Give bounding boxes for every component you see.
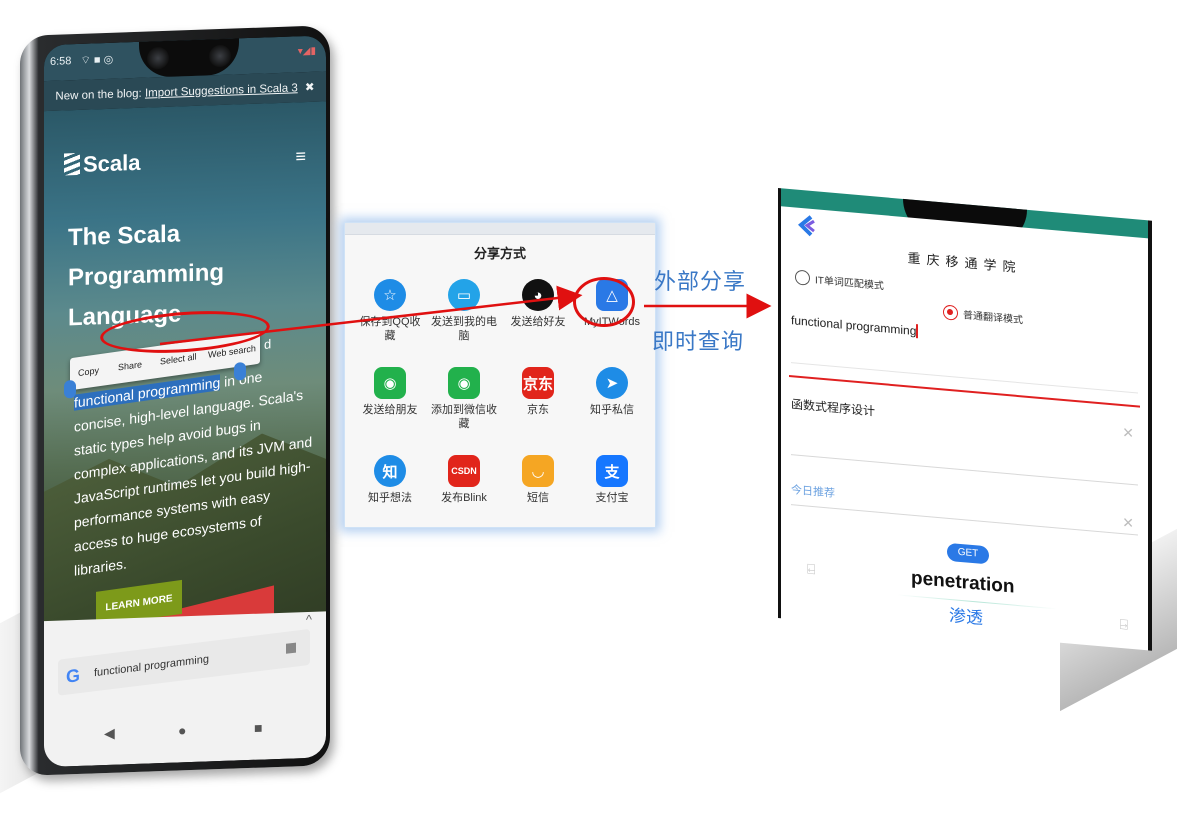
phone1-screen: 6:58 ⌔ ■ ◎ ▾◢▮ New on the blog: Import S… [44,35,326,768]
mode-general-radio[interactable]: 普通翻译模式 [943,304,1023,326]
qq-favorites-icon: ☆ [374,279,406,311]
share-item-label: 添加到微信收藏 [431,404,497,430]
annotation-instant-lookup: 即时查询 [652,329,745,354]
zhihu-icon: 知 [374,455,406,487]
query-input-value: functional programming [791,313,917,339]
daily-label: 今日推荐 [791,484,835,500]
context-share[interactable]: Share [118,359,142,372]
google-search-bar[interactable]: G functional programming [58,628,310,696]
get-button[interactable]: GET [947,542,989,565]
daily-word: penetration [911,567,1015,598]
google-icon: G [66,665,81,687]
translation-result: 函数式程序设计 ✕ [791,395,1138,486]
scala-logo[interactable]: Scala [64,150,141,179]
back-icon[interactable]: ◀ [104,725,115,742]
clear-daily-icon[interactable]: ✕ [1122,514,1134,532]
share-item-label: 京东 [527,404,549,416]
status-time: 6:58 [50,55,72,68]
share-item[interactable]: ◉ 添加到微信收藏 [427,367,501,445]
mode-it-radio[interactable]: IT单词匹配模式 [795,269,884,292]
page-intro-text: functional programming in one concise, h… [74,357,314,583]
battery-signal-icon: ▾◢▮ [297,45,316,58]
share-item[interactable]: 支支付宝 [575,455,649,527]
share-item[interactable]: 京东 京东 [501,367,575,445]
share-sheet-top-strip [345,223,655,235]
status-icons: ⌔ ■ ◎ [80,53,114,67]
system-nav-bar: ◀ ● ■ [44,703,326,767]
share-sheet: 分享方式 ☆ 保存到QQ收藏 ▭ 发送到我的电脑 ◕ 发送给好友 △ MyITWords ◉ 发送… [344,222,656,528]
tabs-icon[interactable] [286,642,296,654]
browser-bottom: ^ G functional programming ◀ ● ■ [44,611,326,768]
share-sheet-title: 分享方式 [473,246,526,261]
share-item[interactable]: 知知乎想法 [353,455,427,527]
jd-icon: 京东 [522,367,554,399]
share-item-label: 发送到我的电脑 [431,316,497,342]
search-query: functional programming [94,653,209,680]
context-trailing-fragment: d [264,336,272,353]
banner-close-icon[interactable]: ✖ [305,82,315,94]
zhihu-message-icon: ➤ [596,367,628,399]
translation-text: 函数式程序设计 [791,397,876,419]
share-item-label: 发送给朋友 [362,404,418,416]
collapse-caret-icon[interactable]: ^ [306,612,312,627]
radio-unchecked-icon [795,269,810,286]
context-select-all[interactable]: Select all [160,352,197,367]
recents-icon[interactable]: ■ [254,720,262,736]
share-item-label: 短信 [527,492,549,504]
daily-word-meaning: 渗透 [949,605,983,628]
radio-checked-icon [943,304,958,321]
selection-end-handle[interactable] [234,362,246,381]
previous-word-icon[interactable]: ⍇ [807,561,815,579]
qq-penguin-icon: ◕ [522,279,554,311]
scala-logo-text: Scala [83,149,141,177]
banner-link[interactable]: Import Suggestions in Scala 3 [145,82,298,99]
share-item-label: 发布Blink [441,492,487,504]
phone1-body: 6:58 ⌔ ■ ◎ ▾◢▮ New on the blog: Import S… [20,25,330,776]
share-item-label: 支付宝 [595,492,629,504]
scala-logo-icon [64,152,80,176]
mode-it-label: IT单词匹配模式 [815,275,884,293]
hamburger-menu-icon[interactable]: ≡ [295,146,306,167]
share-item[interactable]: ▭ 发送到我的电脑 [427,279,501,357]
home-icon[interactable]: ● [178,722,186,738]
share-item[interactable]: ◡ 短信 [501,455,575,527]
wechat-favorites-icon: ◉ [448,367,480,399]
share-item[interactable]: ☆ 保存到QQ收藏 [353,279,427,357]
phone1: 6:58 ⌔ ■ ◎ ▾◢▮ New on the blog: Import S… [20,24,350,786]
share-item[interactable]: ◉ 发送给朋友 [353,367,427,445]
share-item-label: 知乎私信 [590,404,634,416]
share-item-label: 知乎想法 [368,492,412,504]
phone2: 重庆移通学院 IT单词匹配模式 普通翻译模式 functional progra… [778,188,1152,701]
clear-result-icon[interactable]: ✕ [1122,424,1134,442]
front-sensor-icon [209,44,231,68]
scala-website: Scala ≡ The Scala Programming Language C… [44,101,326,646]
annotation-external-share: 外部分享 [654,269,747,294]
share-item[interactable]: ◕ 发送给好友 [501,279,575,357]
next-word-icon[interactable]: ⍈ [1120,616,1128,634]
my-computer-icon: ▭ [448,279,480,311]
daily-recommendation: 今日推荐 ✕ [791,481,1138,536]
banner-prefix: New on the blog: [55,87,145,103]
share-item-label: 保存到QQ收藏 [359,316,421,342]
wechat-icon: ◉ [374,367,406,399]
share-item-label: 发送给好友 [510,316,566,328]
sms-icon: ◡ [522,455,554,487]
share-item[interactable]: ➤ 知乎私信 [575,367,649,445]
myitwords-logo-icon[interactable] [797,214,819,238]
context-copy[interactable]: Copy [78,365,99,378]
phone2-screen: 重庆移通学院 IT单词匹配模式 普通翻译模式 functional progra… [778,188,1152,651]
alipay-icon: 支 [596,455,628,487]
csdn-icon: CSDN [448,455,480,487]
myitwords-highlight-circle [573,277,635,327]
share-item[interactable]: CSDN 发布Blink [427,455,501,527]
mode-general-label: 普通翻译模式 [963,310,1023,327]
composite-illustration: 6:58 ⌔ ■ ◎ ▾◢▮ New on the blog: Import S… [0,0,1177,815]
selection-start-handle[interactable] [64,380,76,399]
text-cursor [916,324,919,339]
front-camera-icon [147,46,169,70]
